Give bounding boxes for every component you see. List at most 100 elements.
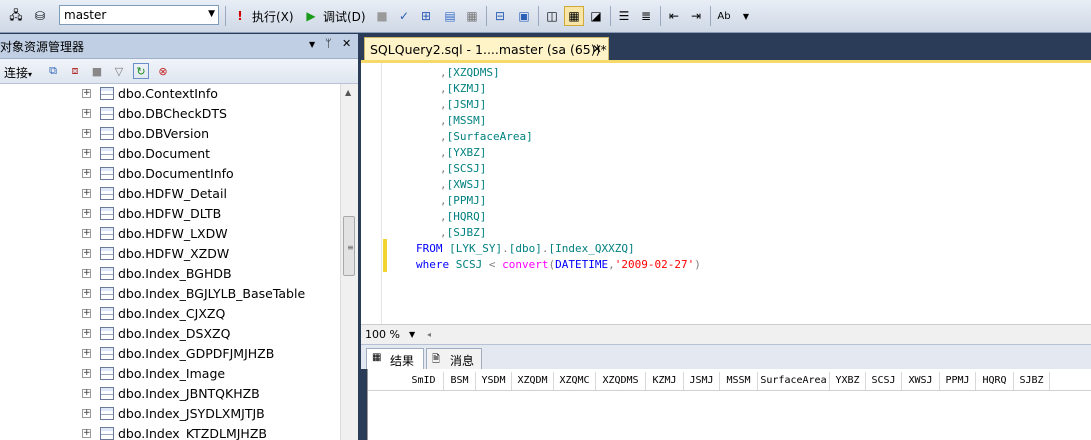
close-tab-icon[interactable]: ✕ <box>592 42 602 56</box>
tree-item[interactable]: + dbo.Index_DSXZQ <box>0 324 340 344</box>
scrollbar-thumb[interactable]: ≡ <box>343 216 355 276</box>
results-to-file-icon[interactable]: ◪ <box>586 6 606 26</box>
tab-results[interactable]: ▦ 结果 <box>366 348 424 369</box>
column-header[interactable]: JSMJ <box>684 372 720 390</box>
tree-item[interactable]: + dbo.DBCheckDTS <box>0 104 340 124</box>
expand-plus-icon[interactable]: + <box>82 409 91 418</box>
expand-plus-icon[interactable]: + <box>82 109 91 118</box>
disconnect-server-icon[interactable]: ⧈ <box>67 63 83 79</box>
expand-plus-icon[interactable]: + <box>82 169 91 178</box>
results-grid[interactable]: SmID BSM YSDM XZQDM XZQMC XZQDMS KZMJ JSMJ MSSM S… <box>367 369 1091 440</box>
toolbar-options-chevron-icon[interactable]: ▼ <box>736 6 756 26</box>
expand-plus-icon[interactable]: + <box>82 89 91 98</box>
scroll-up-arrow-icon[interactable]: ▲ <box>345 88 351 97</box>
zoom-level[interactable]: 100 % <box>365 328 400 341</box>
tree-item[interactable]: + dbo.Index_GDPDFJMJHZB <box>0 344 340 364</box>
tree-item[interactable]: + dbo.DocumentInfo <box>0 164 340 184</box>
object-explorer-scrollbar[interactable]: ▲ ≡ <box>340 84 358 440</box>
execute-button[interactable]: 执行(X) <box>252 8 294 25</box>
column-header[interactable]: HQRQ <box>976 372 1014 390</box>
expand-plus-icon[interactable]: + <box>82 289 91 298</box>
cancel-query-icon[interactable]: ■ <box>372 6 392 26</box>
connect-server-icon[interactable]: ⧉ <box>45 63 61 79</box>
column-header[interactable]: XWSJ <box>902 372 940 390</box>
expand-plus-icon[interactable]: + <box>82 349 91 358</box>
tree-item[interactable]: + dbo.Index_CJXZQ <box>0 304 340 324</box>
column-header[interactable]: SJBZ <box>1014 372 1050 390</box>
window-position-chevron-icon[interactable]: ▼ <box>309 40 315 49</box>
scroll-left-arrow-icon[interactable]: ◂ <box>427 330 431 339</box>
column-header[interactable]: SmID <box>404 372 444 390</box>
expand-plus-icon[interactable]: + <box>82 129 91 138</box>
expand-plus-icon[interactable]: + <box>82 389 91 398</box>
column-header[interactable]: YSDM <box>476 372 512 390</box>
connect-button[interactable]: 连接▾ <box>4 64 32 81</box>
results-to-text-icon[interactable]: ◫ <box>542 6 562 26</box>
tab-sqlquery2[interactable]: SQLQuery2.sql - 1....master (sa (65))* ✕ <box>364 37 609 60</box>
tree-item[interactable]: + dbo.Index_KTZDLMJHZB <box>0 424 340 440</box>
column-header[interactable]: PPMJ <box>940 372 976 390</box>
expand-plus-icon[interactable]: + <box>82 149 91 158</box>
chevron-down-icon: ▾ <box>28 70 33 79</box>
specify-values-icon[interactable]: ▦ <box>462 6 482 26</box>
tree-item[interactable]: + dbo.Index_JSYDLXMJTJB <box>0 404 340 424</box>
refresh-icon[interactable]: ↻ <box>133 63 149 79</box>
column-header[interactable]: BSM <box>444 372 476 390</box>
tree-item[interactable]: + dbo.Index_JBNTQKHZB <box>0 384 340 404</box>
query-editor[interactable]: ,[XZQDMS] ,[KZMJ] ,[JSMJ] ,[MSSM] ,[SurfaceA… <box>361 60 1091 324</box>
tab-messages[interactable]: 🗎 消息 <box>426 348 482 369</box>
expand-plus-icon[interactable]: + <box>82 309 91 318</box>
tree-item-label: dbo.Index_KTZDLMJHZB <box>118 426 267 440</box>
available-databases-icon[interactable]: ⛁ <box>30 6 50 26</box>
tree-item[interactable]: + dbo.HDFW_Detail <box>0 184 340 204</box>
close-icon[interactable]: ✕ <box>342 37 351 50</box>
zoom-dropdown-icon[interactable]: ▼ <box>409 330 415 339</box>
tree-item[interactable]: + dbo.Index_BGHDB <box>0 264 340 284</box>
tree-item[interactable]: + dbo.HDFW_DLTB <box>0 204 340 224</box>
parse-checkmark-icon[interactable]: ✓ <box>394 6 414 26</box>
column-header[interactable]: YXBZ <box>830 372 866 390</box>
column-header[interactable]: XZQDMS <box>596 372 646 390</box>
expand-plus-icon[interactable]: + <box>82 369 91 378</box>
tree-item[interactable]: + dbo.Document <box>0 144 340 164</box>
stop-icon[interactable]: ■ <box>89 63 105 79</box>
tree-item[interactable]: + dbo.HDFW_XZDW <box>0 244 340 264</box>
tree-item[interactable]: + dbo.Index_BGJLYLB_BaseTable <box>0 284 340 304</box>
column-header[interactable]: XZQDM <box>512 372 554 390</box>
tree-item[interactable]: + dbo.DBVersion <box>0 124 340 144</box>
expand-plus-icon[interactable]: + <box>82 329 91 338</box>
tree-item[interactable]: + dbo.Index_Image <box>0 364 340 384</box>
expand-plus-icon[interactable]: + <box>82 209 91 218</box>
expand-plus-icon[interactable]: + <box>82 229 91 238</box>
uncomment-lines-icon[interactable]: ≣ <box>636 6 656 26</box>
change-connection-icon[interactable]: 🖧 <box>6 6 26 26</box>
specify-template-values-icon[interactable]: Ab <box>714 6 734 26</box>
expand-plus-icon[interactable]: + <box>82 189 91 198</box>
database-select[interactable]: master ▼ <box>59 5 219 25</box>
increase-indent-icon[interactable]: ⇥ <box>686 6 706 26</box>
activity-monitor-icon[interactable]: ⊗ <box>155 63 171 79</box>
tab-messages-label: 消息 <box>450 354 475 368</box>
tree-item-label: dbo.Index_Image <box>118 366 226 381</box>
decrease-indent-icon[interactable]: ⇤ <box>664 6 684 26</box>
expand-plus-icon[interactable]: + <box>82 429 91 438</box>
tree-item[interactable]: + dbo.HDFW_LXDW <box>0 224 340 244</box>
expand-plus-icon[interactable]: + <box>82 269 91 278</box>
pin-icon[interactable]: ᛘ <box>325 37 332 50</box>
column-header[interactable]: SurfaceArea <box>758 372 830 390</box>
column-header[interactable]: KZMJ <box>646 372 684 390</box>
include-plan-icon[interactable]: ⊟ <box>490 6 510 26</box>
column-header[interactable]: SCSJ <box>866 372 902 390</box>
client-statistics-icon[interactable]: ▣ <box>514 6 534 26</box>
results-to-grid-icon[interactable]: ▦ <box>564 6 584 26</box>
display-plan-icon[interactable]: ⊞ <box>416 6 436 26</box>
debug-button[interactable]: 调试(D) <box>323 8 366 25</box>
tree-item[interactable]: + dbo.ContextInfo <box>0 84 340 104</box>
column-header[interactable]: MSSM <box>720 372 758 390</box>
tree-item-label: dbo.Document <box>118 146 211 161</box>
query-designer-icon[interactable]: ▤ <box>440 6 460 26</box>
expand-plus-icon[interactable]: + <box>82 249 91 258</box>
comment-lines-icon[interactable]: ☰ <box>614 6 634 26</box>
filter-icon[interactable]: ▽ <box>111 63 127 79</box>
column-header[interactable]: XZQMC <box>554 372 596 390</box>
